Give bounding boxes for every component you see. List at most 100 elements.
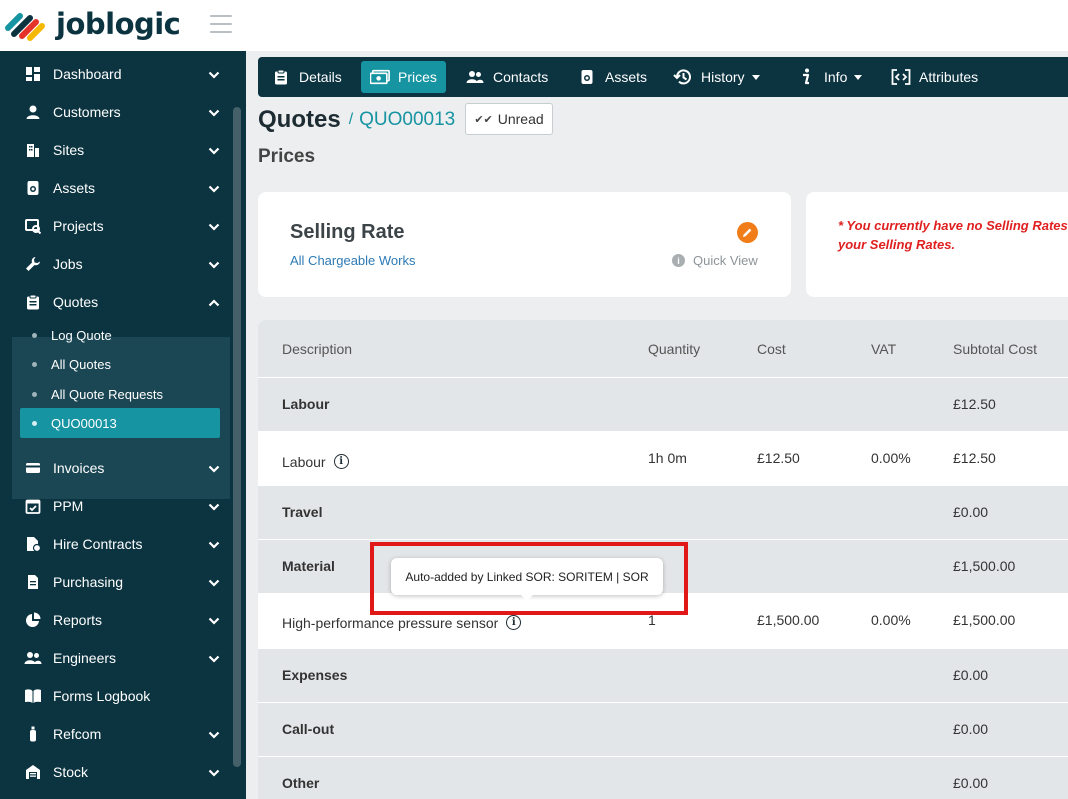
quotes-subitem-label: All Quote Requests <box>51 386 164 402</box>
tab-label: Attributes <box>919 69 979 85</box>
sidebar-item-label: PPM <box>53 498 84 514</box>
sidebar-item-label: Engineers <box>53 650 117 666</box>
chevron-down-icon[interactable] <box>208 220 220 232</box>
sidebar-item-purchasing[interactable]: Purchasing <box>0 563 230 601</box>
quotes-subitem-quo00013[interactable]: QUO00013 <box>20 408 220 438</box>
chevron-down-icon[interactable] <box>208 462 220 474</box>
sidebar-item-projects[interactable]: Projects <box>0 207 230 245</box>
cell-description: Travel <box>282 504 322 520</box>
breadcrumb-separator: / <box>348 111 354 128</box>
quotes-subitem-all-quotes[interactable]: All Quotes <box>20 349 220 379</box>
tab-info[interactable]: Info <box>796 61 863 93</box>
sidebar-item-engineers[interactable]: Engineers <box>0 639 230 677</box>
tab-prices[interactable]: Prices <box>361 61 446 93</box>
column-header-vat: VAT <box>871 341 897 357</box>
sidebar-item-sites[interactable]: Sites <box>0 131 230 169</box>
chevron-down-icon[interactable] <box>208 144 220 156</box>
tab-history[interactable]: History <box>673 61 760 93</box>
page-title[interactable]: Quotes <box>258 106 341 134</box>
chevron-up-icon[interactable] <box>208 296 220 308</box>
warning-line-1: * You currently have no Selling Rates co <box>838 218 1068 233</box>
column-header-cost: Cost <box>757 341 786 357</box>
table-row: Labour i 1h 0m £12.50 0.00% £12.50 <box>258 431 1068 485</box>
money-icon <box>370 67 390 87</box>
info-circle-icon: i <box>672 254 685 267</box>
tab-details[interactable]: Details <box>271 61 342 93</box>
cell-description-text: High-performance pressure sensor <box>282 615 499 631</box>
sidebar-scrollbar[interactable] <box>233 107 241 767</box>
sidebar-item-refcom[interactable]: Refcom <box>0 715 230 753</box>
menu-toggle-icon[interactable] <box>210 15 232 33</box>
pencil-icon[interactable] <box>737 222 758 243</box>
cell-description: Labour i <box>282 453 349 471</box>
tab-attributes[interactable]: Attributes <box>891 61 978 93</box>
project-icon <box>24 217 42 235</box>
chevron-down-icon[interactable] <box>208 766 220 778</box>
cell-description-text: Labour <box>282 396 330 412</box>
table-header: Description Quantity Cost VAT Subtotal C… <box>258 320 1068 377</box>
quick-view-link[interactable]: i Quick View <box>672 253 758 268</box>
quote-id: QUO00013 <box>359 109 456 130</box>
column-header-description: Description <box>282 341 353 357</box>
cell-vat: 0.00% <box>871 450 911 466</box>
quotes-subitem-all-quote-requests[interactable]: All Quote Requests <box>20 379 220 409</box>
top-bar: joblogic <box>0 0 1068 51</box>
chevron-down-icon[interactable] <box>208 576 220 588</box>
sidebar-item-quotes[interactable]: Quotes <box>0 283 230 321</box>
sidebar-item-jobs[interactable]: Jobs <box>0 245 230 283</box>
chevron-down-icon[interactable] <box>208 106 220 118</box>
book-icon <box>24 687 42 705</box>
user-icon <box>24 103 42 121</box>
chevron-down-icon[interactable] <box>208 182 220 194</box>
cell-description-text: Labour <box>282 454 326 470</box>
chevron-down-icon[interactable] <box>208 68 220 80</box>
column-header-quantity: Quantity <box>648 341 701 357</box>
sidebar-item-invoices[interactable]: Invoices <box>0 449 230 487</box>
chevron-down-icon[interactable] <box>208 652 220 664</box>
caret-down-icon <box>751 74 760 80</box>
unread-label: Unread <box>497 111 544 127</box>
cell-description: High-performance pressure sensor i <box>282 614 522 632</box>
cell-description-text: Call-out <box>282 721 335 737</box>
chevron-down-icon[interactable] <box>208 728 220 740</box>
info-circle-icon[interactable]: i <box>506 614 522 630</box>
table-group-row: Travel £0.00 <box>258 485 1068 539</box>
tab-assets[interactable]: Assets <box>577 61 647 93</box>
sidebar-item-label: Customers <box>53 104 121 120</box>
sidebar-item-hire-contracts[interactable]: Hire Contracts <box>0 525 230 563</box>
info-circle-icon[interactable]: i <box>333 453 349 469</box>
sidebar-item-forms-logbook[interactable]: Forms Logbook <box>0 677 230 715</box>
sidebar-item-label: Refcom <box>53 726 102 742</box>
quotes-subitem-label: Log Quote <box>51 327 112 343</box>
cell-subtotal: £12.50 <box>953 396 996 412</box>
sidebar-item-assets[interactable]: Assets <box>0 169 230 207</box>
quotes-subitem-label: All Quotes <box>51 356 111 372</box>
sidebar-item-label: Assets <box>53 180 96 196</box>
cell-subtotal: £1,500.00 <box>953 558 1016 574</box>
app-logo[interactable]: joblogic <box>4 6 181 42</box>
cell-vat: 0.00% <box>871 612 911 628</box>
sidebar-item-stock[interactable]: Stock <box>0 753 230 791</box>
logo-mark-icon <box>5 13 45 41</box>
chevron-down-icon[interactable] <box>208 538 220 550</box>
sidebar-item-customers[interactable]: Customers <box>0 93 230 131</box>
chevron-down-icon[interactable] <box>208 614 220 626</box>
logo-text: joblogic <box>56 7 181 41</box>
sidebar-item-dashboard[interactable]: Dashboard <box>0 55 230 93</box>
breadcrumb: Quotes / QUO00013 <box>258 104 455 136</box>
cell-subtotal: £0.00 <box>953 721 989 737</box>
quotes-subitem-log-quote[interactable]: Log Quote <box>20 320 220 350</box>
asset-icon <box>24 179 42 197</box>
sidebar-item-ppm[interactable]: PPM <box>0 487 230 525</box>
tab-contacts[interactable]: Contacts <box>465 61 548 93</box>
chevron-down-icon[interactable] <box>208 258 220 270</box>
cell-description: Call-out <box>282 721 334 737</box>
tab-label: Info <box>824 69 848 85</box>
pie-chart-icon <box>24 611 42 629</box>
sidebar-item-label: Hire Contracts <box>53 536 143 552</box>
mark-unread-button[interactable]: ✔✔ Unread <box>465 103 553 135</box>
selling-rate-link[interactable]: All Chargeable Works <box>290 253 415 268</box>
sidebar-item-reports[interactable]: Reports <box>0 601 230 639</box>
chevron-down-icon[interactable] <box>208 500 220 512</box>
table-group-row: Expenses £0.00 <box>258 648 1068 702</box>
